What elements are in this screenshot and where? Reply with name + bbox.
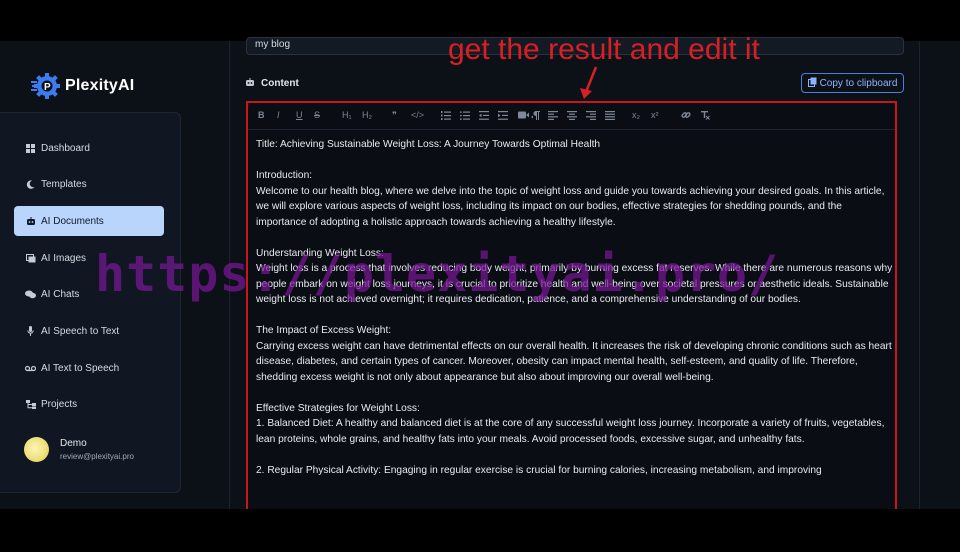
outdent-icon[interactable]	[479, 109, 489, 121]
content-label: Content	[245, 78, 299, 89]
sidebar-item-label: AI Documents	[41, 215, 104, 227]
sidebar-item-ai-text-to-speech[interactable]: AI Text to Speech	[14, 353, 164, 383]
section-heading: Introduction:	[256, 170, 313, 181]
sidebar-item-label: Templates	[41, 178, 87, 190]
section-heading: Effective Strategies for Weight Loss:	[256, 402, 420, 414]
align-right-icon[interactable]	[586, 109, 596, 121]
user-profile[interactable]: Demo review@plexityai.pro	[24, 437, 134, 462]
user-name: Demo	[60, 438, 87, 449]
bottom-letterbox-bar	[0, 509, 960, 552]
main-right-divider	[919, 41, 920, 509]
robot-icon	[245, 78, 256, 89]
sidebar-item-templates[interactable]: Templates	[14, 169, 164, 199]
italic-button[interactable]: I	[277, 109, 280, 121]
user-email: review@plexityai.pro	[60, 452, 134, 461]
document-title: Title: Achieving Sustainable Weight Loss…	[256, 139, 601, 150]
app-logo[interactable]: P PlexityAI	[31, 72, 134, 100]
paragraph-impact: The Impact of Excess Weight: Carrying ex…	[256, 323, 894, 385]
link-icon[interactable]	[681, 109, 691, 121]
paragraph-strategy-2: 2. Regular Physical Activity: Engaging i…	[256, 463, 894, 479]
section-body: Carrying excess weight can have detrimen…	[256, 340, 892, 383]
paragraph-strategies: Effective Strategies for Weight Loss: 1.…	[256, 401, 894, 448]
blockquote-button[interactable]: ❞	[392, 109, 397, 121]
video-icon[interactable]	[518, 109, 529, 121]
bold-button[interactable]: B	[258, 109, 265, 121]
heading1-button[interactable]: H₁	[342, 109, 352, 121]
align-left-icon[interactable]	[548, 109, 558, 121]
sidebar-item-ai-speech-to-text[interactable]: AI Speech to Text	[14, 316, 164, 346]
clear-format-icon[interactable]	[700, 109, 710, 121]
sidebar-item-dashboard[interactable]: Dashboard	[14, 133, 164, 163]
paragraph-introduction: Introduction: Welcome to our health blog…	[256, 168, 894, 230]
moon-icon	[25, 179, 36, 190]
svg-text:P: P	[44, 82, 51, 93]
editor-content[interactable]: Title: Achieving Sustainable Weight Loss…	[256, 137, 894, 494]
chat-icon	[25, 289, 36, 300]
sidebar-item-label: AI Speech to Text	[41, 325, 120, 337]
content-editor[interactable]: B I U S H₁ H₂ ❞ </> x₂ x² Title: Achievi…	[246, 101, 897, 527]
indent-icon[interactable]	[498, 109, 508, 121]
sidebar-item-label: AI Images	[41, 252, 87, 264]
superscript-button[interactable]: x²	[651, 109, 659, 121]
sitemap-icon	[25, 399, 36, 410]
copy-icon	[807, 77, 817, 89]
section-body: Welcome to our health blog, where we del…	[256, 185, 885, 228]
section-heading: The Impact of Excess Weight:	[256, 325, 392, 336]
app-name: PlexityAI	[65, 77, 135, 94]
strike-button[interactable]: S	[314, 109, 320, 121]
text-direction-icon[interactable]	[531, 109, 540, 121]
ordered-list-icon[interactable]	[441, 109, 451, 121]
heading2-button[interactable]: H₂	[362, 109, 372, 121]
sidebar-item-ai-documents[interactable]: AI Documents	[14, 206, 164, 236]
robot-icon	[25, 216, 36, 227]
strategy-item: 1. Balanced Diet: A healthy and balanced…	[256, 418, 885, 445]
grid-icon	[25, 143, 36, 154]
align-center-icon[interactable]	[567, 109, 577, 121]
sidebar-item-label: Projects	[41, 398, 78, 410]
copy-to-clipboard-button[interactable]: Copy to clipboard	[801, 73, 904, 93]
sidebar-item-label: AI Chats	[41, 288, 80, 300]
code-block-button[interactable]: </>	[411, 109, 424, 121]
underline-button[interactable]: U	[296, 109, 303, 121]
bullet-list-icon[interactable]	[460, 109, 470, 121]
strategy-item: 2. Regular Physical Activity: Engaging i…	[256, 464, 822, 476]
annotation-arrow-icon	[580, 66, 598, 99]
sidebar-item-label: Dashboard	[41, 142, 90, 154]
annotation-text: get the result and edit it	[448, 33, 760, 66]
copy-button-label: Copy to clipboard	[819, 77, 898, 89]
editor-toolbar: B I U S H₁ H₂ ❞ </> x₂ x²	[248, 103, 895, 130]
images-icon	[25, 253, 36, 264]
watermark-url: https://plexityai.pro/	[95, 245, 780, 303]
logo-gear-icon: P	[31, 73, 61, 99]
voicemail-icon	[25, 363, 36, 374]
avatar	[24, 437, 49, 462]
align-justify-icon[interactable]	[605, 109, 615, 121]
sidebar-item-projects[interactable]: Projects	[14, 389, 164, 419]
sidebar-item-label: AI Text to Speech	[41, 362, 120, 374]
subscript-button[interactable]: x₂	[632, 109, 640, 121]
content-label-text: Content	[261, 78, 299, 89]
microphone-icon	[25, 326, 36, 337]
